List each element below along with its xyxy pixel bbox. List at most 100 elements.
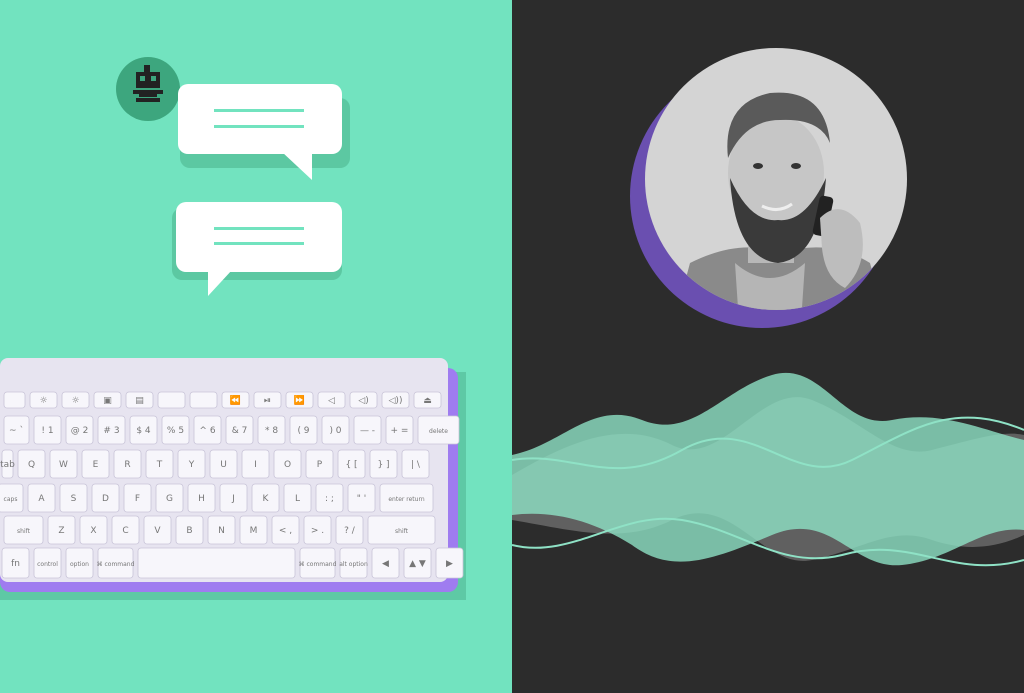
keyboard-key: E	[81, 449, 110, 479]
keyboard-key-label: control	[37, 561, 58, 568]
keyboard-key: @ 2	[65, 415, 94, 445]
keyboard-key: C	[111, 515, 140, 545]
keyboard-key: ▤	[125, 391, 154, 409]
keyboard-key: D	[91, 483, 120, 513]
keyboard-key: shift	[367, 515, 436, 545]
keyboard-key-label: option	[70, 561, 89, 568]
keyboard-key-label: ⌘ command	[299, 561, 337, 568]
keyboard-key-label: O	[284, 460, 291, 470]
keyboard-key-label: ◁	[328, 396, 335, 406]
keyboard-key: Y	[177, 449, 206, 479]
keyboard-key	[189, 391, 218, 409]
keyboard-key-label: ? /	[344, 526, 356, 536]
keyboard-key-label: fn	[11, 559, 20, 569]
keyboard-key-label: F	[135, 494, 140, 504]
keyboard-key-label: $ 4	[136, 426, 151, 436]
keyboard-key-label: W	[59, 460, 68, 470]
keyboard-key-label: ◁)	[358, 396, 368, 406]
keyboard-key: tab	[0, 449, 15, 479]
keyboard-key	[3, 391, 26, 409]
keyboard-key: R	[113, 449, 142, 479]
keyboard-key-label: > .	[311, 526, 324, 536]
keyboard-key: ^ 6	[193, 415, 222, 445]
keyboard-key: ◁))	[381, 391, 410, 409]
keyboard-key: delete	[417, 415, 460, 445]
keyboard-key: + =	[385, 415, 414, 445]
keyboard-key: ☼	[61, 391, 90, 409]
keyboard-key: K	[251, 483, 280, 513]
keyboard-key-label: C	[122, 526, 128, 536]
keyboard-key-label: ~ `	[9, 425, 24, 436]
keyboard-key: ⏩	[285, 391, 314, 409]
chat-bubble-top	[178, 84, 350, 180]
keyboard-key-label: M	[250, 526, 258, 536]
keyboard-key-label: U	[220, 460, 227, 470]
keyboard-key-label: alt option	[339, 561, 368, 568]
keyboard-key-label: ▶	[446, 559, 453, 569]
keyboard-key-label: caps	[4, 496, 18, 503]
keyboard-key-label: ! 1	[41, 426, 53, 436]
keyboard-key-label: ^ 6	[199, 426, 215, 436]
keyboard-key-label: T	[156, 460, 163, 470]
keyboard-key: $ 4	[129, 415, 158, 445]
keyboard-key: enter return	[379, 483, 434, 513]
keyboard-key-label: # 3	[103, 426, 119, 436]
keyboard-key-label: Y	[188, 460, 195, 470]
keyboard-key: < ,	[271, 515, 300, 545]
keyboard-key: G	[155, 483, 184, 513]
keyboard-key-label: X	[90, 526, 96, 536]
keyboard-key: A	[27, 483, 56, 513]
keyboard-key: Z	[47, 515, 76, 545]
keyboard-key: J	[219, 483, 248, 513]
keyboard-key-label: B	[186, 526, 192, 536]
keyboard-key-label: enter return	[388, 496, 424, 503]
keyboard-key: ☼	[29, 391, 58, 409]
keyboard-key-label: P	[317, 460, 323, 470]
mint-panel: ☼ ☼ ▣ ▤ ⏪ ⏯ ⏩ ◁ ◁) ◁)) ⏏ ~ ` ! 1 @ 2 # 3 $ 4 % 5 ^ 6 & 7 *…	[0, 0, 512, 693]
keyboard-key: ▣	[93, 391, 122, 409]
keyboard-key: P	[305, 449, 334, 479]
keyboard-key: alt option	[339, 547, 368, 579]
keyboard-key-label: N	[218, 526, 225, 536]
keyboard-key: ! 1	[33, 415, 62, 445]
keyboard-key: % 5	[161, 415, 190, 445]
keyboard-key: Q	[17, 449, 46, 479]
dark-panel	[512, 0, 1024, 693]
keyboard-key-label: L	[295, 494, 300, 504]
keyboard-key-label: " '	[357, 494, 366, 504]
keyboard-key-label: ☼	[71, 396, 79, 406]
keyboard-key: T	[145, 449, 174, 479]
keyboard-key-label: V	[154, 526, 161, 536]
keyboard-key: O	[273, 449, 302, 479]
keyboard-key: shift	[3, 515, 44, 545]
keyboard-key-label: < ,	[279, 526, 292, 536]
keyboard-key-label: S	[71, 494, 77, 504]
keyboard-key: ◀	[371, 547, 400, 579]
keyboard-key: L	[283, 483, 312, 513]
keyboard-key: V	[143, 515, 172, 545]
keyboard-key-label: H	[198, 494, 205, 504]
keyboard-key: X	[79, 515, 108, 545]
keyboard-key: ~ `	[3, 415, 30, 445]
keyboard-key-label: ⏏	[423, 396, 432, 406]
keyboard-key-label: G	[166, 494, 173, 504]
keyboard-key-label: Q	[28, 460, 35, 470]
keyboard-key	[137, 547, 296, 579]
keyboard-key: control	[33, 547, 62, 579]
keyboard-key-label: D	[102, 494, 109, 504]
keyboard-key: fn	[1, 547, 30, 579]
keyboard-key-label: ▲ ▼	[409, 559, 426, 569]
keyboard-key-label: & 7	[232, 426, 248, 436]
robot-avatar	[116, 57, 180, 121]
keyboard-key-label: } ]	[377, 460, 389, 470]
keyboard: ☼ ☼ ▣ ▤ ⏪ ⏯ ⏩ ◁ ◁) ◁)) ⏏ ~ ` ! 1 @ 2 # 3 $ 4 % 5 ^ 6 & 7 *…	[0, 358, 466, 600]
keyboard-key: ⏏	[413, 391, 442, 409]
keyboard-key-label: ⏪	[230, 394, 241, 406]
keyboard-key-label: % 5	[167, 426, 184, 436]
keyboard-key-label: @ 2	[71, 426, 89, 436]
keyboard-key-label: ◁))	[389, 396, 403, 406]
keyboard-key: S	[59, 483, 88, 513]
keyboard-key-label: tab	[0, 460, 15, 470]
keyboard-key-label: Z	[58, 526, 64, 536]
keyboard-key-label: delete	[429, 428, 448, 435]
